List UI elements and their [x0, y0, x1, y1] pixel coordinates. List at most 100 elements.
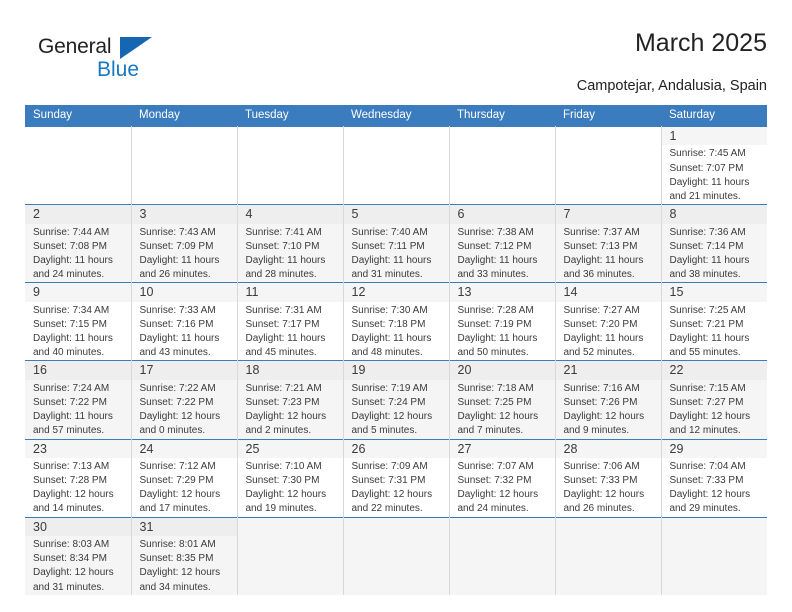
day-cell[interactable]: 10 Sunrise: 7:33 AM Sunset: 7:16 PM Dayligh… [131, 282, 238, 361]
day-cell[interactable] [343, 125, 450, 205]
day-cell[interactable]: 26 Sunrise: 7:09 AM Sunset: 7:31 PM Dayligh… [343, 438, 450, 518]
day-number: 24 [131, 439, 237, 458]
sunset-text: Sunset: 7:28 PM [33, 475, 107, 487]
sunset-text: Sunset: 7:11 PM [351, 240, 425, 252]
day-details: Sunrise: 7:28 AM Sunset: 7:19 PM Daylight:… [450, 302, 555, 361]
day-cell[interactable]: 25 Sunrise: 7:10 AM Sunset: 7:30 PM Dayligh… [237, 438, 344, 518]
daylight-text-line1: Daylight: 11 hours [457, 254, 538, 266]
day-cell[interactable] [25, 125, 132, 205]
day-details [238, 522, 343, 524]
day-cell[interactable] [661, 516, 767, 595]
day-details: Sunrise: 7:15 AM Sunset: 7:27 PM Daylight:… [662, 380, 768, 439]
day-cell[interactable] [131, 125, 238, 205]
daylight-text-line2: and 28 minutes. [245, 269, 317, 281]
daylight-text-line1: Daylight: 11 hours [33, 411, 113, 423]
day-cell[interactable]: 1 Sunrise: 7:45 AM Sunset: 7:07 PM Daylight… [661, 125, 768, 205]
sunset-text: Sunset: 7:14 PM [669, 240, 744, 252]
day-number: 9 [25, 283, 131, 302]
daylight-text-line2: and 26 minutes. [139, 269, 211, 281]
day-details: Sunrise: 7:45 AM Sunset: 7:07 PM Daylight:… [662, 145, 768, 204]
day-cell[interactable]: 6 Sunrise: 7:38 AM Sunset: 7:12 PM Daylight… [449, 204, 556, 283]
day-details: Sunrise: 7:19 AM Sunset: 7:24 PM Daylight:… [344, 380, 449, 439]
sunset-text: Sunset: 7:33 PM [563, 475, 638, 487]
day-cell[interactable]: 17 Sunrise: 7:22 AM Sunset: 7:22 PM Dayligh… [131, 360, 238, 439]
day-details: Sunrise: 7:07 AM Sunset: 7:32 PM Daylight:… [450, 458, 555, 517]
day-cell[interactable]: 7 Sunrise: 7:37 AM Sunset: 7:13 PM Daylight… [555, 204, 662, 283]
day-number: 15 [661, 283, 767, 302]
weekday-header-tuesday: Tuesday [237, 105, 343, 127]
daylight-text-line2: and 31 minutes. [351, 269, 423, 281]
day-cell[interactable]: 13 Sunrise: 7:28 AM Sunset: 7:19 PM Dayligh… [449, 282, 556, 361]
day-details [344, 522, 449, 524]
day-cell[interactable] [555, 125, 662, 205]
daylight-text-line1: Daylight: 12 hours [33, 567, 114, 579]
day-cell[interactable]: 29 Sunrise: 7:04 AM Sunset: 7:33 PM Dayligh… [661, 438, 767, 518]
day-cell[interactable] [237, 125, 344, 205]
day-cell[interactable]: 3 Sunrise: 7:43 AM Sunset: 7:09 PM Daylight… [131, 204, 238, 283]
day-cell[interactable] [449, 516, 556, 595]
day-cell[interactable]: 9 Sunrise: 7:34 AM Sunset: 7:15 PM Daylight… [25, 282, 132, 361]
day-cell[interactable] [343, 516, 450, 595]
sunset-text: Sunset: 7:22 PM [33, 396, 107, 408]
daylight-text-line1: Daylight: 11 hours [33, 254, 113, 266]
sunrise-text: Sunrise: 7:13 AM [33, 460, 110, 472]
logo-text-general: General [38, 35, 112, 58]
daylight-text-line1: Daylight: 12 hours [669, 489, 751, 501]
day-details [450, 522, 555, 524]
sunrise-text: Sunrise: 7:28 AM [457, 304, 534, 316]
day-cell[interactable]: 18 Sunrise: 7:21 AM Sunset: 7:23 PM Dayligh… [237, 360, 344, 439]
day-cell[interactable] [237, 516, 344, 595]
day-number: 11 [237, 283, 343, 302]
sunset-text: Sunset: 7:19 PM [457, 318, 532, 330]
sunrise-text: Sunrise: 7:34 AM [33, 304, 110, 316]
sunrise-text: Sunrise: 8:01 AM [139, 539, 216, 550]
day-number: 12 [343, 283, 449, 302]
day-cell[interactable]: 22 Sunrise: 7:15 AM Sunset: 7:27 PM Dayligh… [661, 360, 768, 439]
day-details: Sunrise: 7:10 AM Sunset: 7:30 PM Daylight:… [238, 458, 343, 517]
sunset-text: Sunset: 7:33 PM [669, 475, 744, 487]
day-details: Sunrise: 7:24 AM Sunset: 7:22 PM Daylight:… [25, 380, 131, 439]
day-cell[interactable]: 28 Sunrise: 7:06 AM Sunset: 7:33 PM Dayligh… [555, 438, 662, 518]
day-cell[interactable]: 5 Sunrise: 7:40 AM Sunset: 7:11 PM Daylight… [343, 204, 450, 283]
day-cell[interactable]: 27 Sunrise: 7:07 AM Sunset: 7:32 PM Dayligh… [449, 438, 556, 518]
sunset-text: Sunset: 7:08 PM [33, 240, 107, 252]
day-cell[interactable]: 19 Sunrise: 7:19 AM Sunset: 7:24 PM Dayligh… [343, 360, 450, 439]
day-cell[interactable]: 12 Sunrise: 7:30 AM Sunset: 7:18 PM Dayligh… [343, 282, 450, 361]
day-details: Sunrise: 7:09 AM Sunset: 7:31 PM Daylight:… [344, 458, 449, 517]
day-cell[interactable]: 24 Sunrise: 7:12 AM Sunset: 7:29 PM Dayligh… [131, 438, 238, 518]
day-cell[interactable]: 14 Sunrise: 7:27 AM Sunset: 7:20 PM Dayligh… [555, 282, 662, 361]
day-details: Sunrise: 7:25 AM Sunset: 7:21 PM Daylight:… [662, 302, 768, 361]
weekday-header-saturday: Saturday [661, 105, 767, 127]
day-cell[interactable]: 4 Sunrise: 7:41 AM Sunset: 7:10 PM Daylight… [237, 204, 344, 283]
day-cell[interactable]: 8 Sunrise: 7:36 AM Sunset: 7:14 PM Daylight… [661, 204, 768, 283]
daylight-text-line1: Daylight: 12 hours [563, 489, 645, 501]
sunrise-text: Sunrise: 7:36 AM [669, 226, 746, 238]
day-details: Sunrise: 7:27 AM Sunset: 7:20 PM Daylight:… [556, 302, 661, 361]
day-cell[interactable]: 16 Sunrise: 7:24 AM Sunset: 7:22 PM Dayligh… [25, 360, 132, 439]
sunset-text: Sunset: 7:15 PM [33, 318, 107, 330]
day-cell[interactable] [555, 516, 662, 595]
day-number: 10 [131, 283, 237, 302]
day-cell[interactable]: 15 Sunrise: 7:25 AM Sunset: 7:21 PM Dayligh… [661, 282, 768, 361]
daylight-text-line2: and 2 minutes. [245, 425, 312, 437]
day-cell[interactable] [449, 125, 556, 205]
day-cell[interactable]: 31 Sunrise: 8:01 AM Sunset: 8:35 PM Dayligh… [131, 516, 238, 595]
general-blue-logo[interactable]: General Blue [38, 36, 188, 96]
day-cell[interactable]: 2 Sunrise: 7:44 AM Sunset: 7:08 PM Daylight… [25, 204, 132, 283]
day-cell[interactable]: 11 Sunrise: 7:31 AM Sunset: 7:17 PM Dayligh… [237, 282, 344, 361]
day-cell[interactable]: 21 Sunrise: 7:16 AM Sunset: 7:26 PM Dayligh… [555, 360, 662, 439]
sunset-text: Sunset: 7:09 PM [139, 240, 214, 252]
day-cell[interactable]: 20 Sunrise: 7:18 AM Sunset: 7:25 PM Dayligh… [449, 360, 556, 439]
day-cell[interactable]: 30 Sunrise: 8:03 AM Sunset: 8:34 PM Dayligh… [25, 516, 132, 595]
day-number: 14 [555, 283, 661, 302]
day-number: 3 [131, 205, 237, 224]
sunrise-text: Sunrise: 7:44 AM [33, 226, 110, 238]
sunrise-text: Sunrise: 7:07 AM [457, 460, 534, 472]
daylight-text-line1: Daylight: 12 hours [457, 411, 539, 423]
day-number: 4 [237, 205, 343, 224]
day-details: Sunrise: 7:18 AM Sunset: 7:25 PM Daylight:… [450, 380, 555, 439]
day-cell[interactable]: 23 Sunrise: 7:13 AM Sunset: 7:28 PM Dayligh… [25, 438, 132, 518]
day-details [238, 131, 343, 133]
sunrise-text: Sunrise: 7:37 AM [563, 226, 640, 238]
day-details: Sunrise: 7:36 AM Sunset: 7:14 PM Daylight:… [662, 224, 768, 283]
